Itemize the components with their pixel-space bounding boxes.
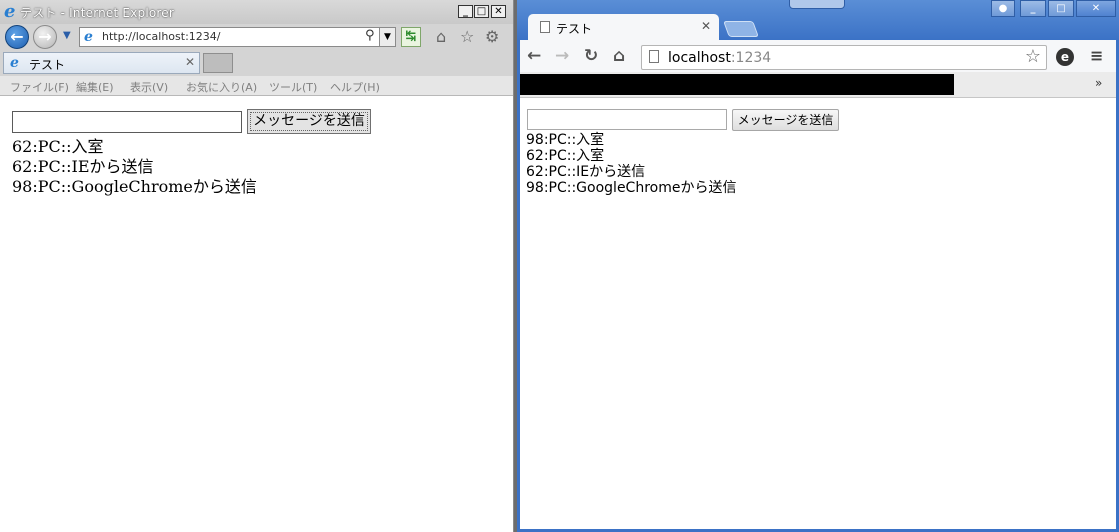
chrome-redacted-bookmarks: [520, 74, 954, 95]
ie-menu-file[interactable]: ファイル(F): [10, 79, 69, 95]
chrome-top-handle: [789, 0, 845, 9]
ie-address-text[interactable]: http://localhost:1234/: [102, 30, 220, 43]
chrome-message-line: 62:PC::入室: [526, 148, 605, 164]
ie-logo-icon: e: [4, 1, 16, 22]
ie-tools-gear-icon[interactable]: ⚙: [485, 28, 499, 46]
ie-refresh-button[interactable]: ↹: [401, 27, 421, 47]
chrome-back-icon[interactable]: ←: [527, 46, 541, 66]
ie-menu-tools[interactable]: ツール(T): [269, 79, 317, 95]
chrome-message-line: 98:PC::GoogleChromeから送信: [526, 180, 737, 196]
ie-new-tab-button[interactable]: [203, 53, 233, 73]
chrome-url-host: localhost: [668, 50, 731, 66]
ie-forward-button[interactable]: →: [33, 25, 57, 49]
chrome-profile-button[interactable]: ●: [991, 0, 1015, 17]
chrome-send-message-button[interactable]: メッセージを送信: [732, 109, 839, 131]
chrome-tab-label: テスト: [556, 22, 593, 36]
chrome-reload-icon[interactable]: ↻: [584, 46, 598, 66]
ie-minimize-button[interactable]: _: [458, 5, 473, 18]
ie-menu-bar: ファイル(F) 編集(E) 表示(V) お気に入り(A) ツール(T) ヘルプ(…: [0, 76, 513, 96]
chrome-toolbar: ← → ↻ ⌂ localhost:1234 ☆ e ≡: [517, 40, 1119, 72]
chrome-tab-page-icon: [540, 21, 550, 33]
chrome-tab-close-icon[interactable]: ✕: [701, 19, 711, 33]
chrome-bookmark-star-icon[interactable]: ☆: [1025, 47, 1041, 67]
ie-history-dropdown-icon[interactable]: ▼: [63, 30, 71, 41]
chrome-url-port: :1234: [730, 50, 772, 66]
ie-page-icon: e: [84, 29, 93, 45]
chrome-frame-left: [517, 40, 520, 532]
chrome-home-icon[interactable]: ⌂: [613, 46, 625, 66]
ie-window-title: テスト - Internet Explorer: [20, 6, 174, 20]
ie-address-dropdown-button[interactable]: ▼: [379, 28, 395, 46]
ie-home-icon[interactable]: ⌂: [436, 28, 446, 46]
chrome-title-bar[interactable]: ● _ □ ✕ テスト ✕: [517, 0, 1119, 41]
chrome-maximize-button[interactable]: □: [1048, 0, 1074, 17]
chrome-page-icon: [649, 50, 659, 63]
ie-window: e テスト - Internet Explorer _ □ ✕ ← → ▼ e …: [0, 0, 514, 532]
chrome-message-line: 62:PC::IEから送信: [526, 164, 646, 180]
chrome-extension-e-icon[interactable]: e: [1056, 48, 1074, 66]
ie-menu-help[interactable]: ヘルプ(H): [330, 79, 380, 95]
ie-address-bar[interactable]: e http://localhost:1234/ ⚲ ▼: [79, 27, 396, 47]
chrome-forward-icon[interactable]: →: [555, 46, 569, 66]
ie-search-icon[interactable]: ⚲: [365, 28, 375, 43]
ie-tab-strip: e テスト ✕: [0, 50, 513, 76]
chrome-message-line: 98:PC::入室: [526, 132, 605, 148]
ie-message-input[interactable]: [12, 111, 242, 133]
chrome-menu-icon[interactable]: ≡: [1090, 47, 1103, 65]
chrome-minimize-button[interactable]: _: [1020, 0, 1046, 17]
ie-tab-page-icon: e: [10, 55, 19, 71]
chrome-bookmarks-bar: »: [517, 72, 1119, 98]
ie-tab-close-icon[interactable]: ✕: [185, 55, 195, 69]
ie-close-button[interactable]: ✕: [491, 5, 506, 18]
chrome-message-input[interactable]: [527, 109, 727, 130]
chrome-tab[interactable]: テスト ✕: [528, 14, 719, 41]
chrome-bookmarks-more-icon[interactable]: »: [1095, 76, 1102, 90]
ie-favorites-star-icon[interactable]: ☆: [460, 28, 474, 46]
ie-message-line: 62:PC::IEから送信: [12, 157, 154, 176]
ie-send-message-button[interactable]: メッセージを送信: [247, 109, 371, 134]
ie-menu-edit[interactable]: 編集(E): [76, 79, 114, 95]
ie-tab[interactable]: e テスト ✕: [3, 52, 200, 74]
chrome-close-button[interactable]: ✕: [1076, 0, 1116, 17]
ie-back-button[interactable]: ←: [5, 25, 29, 49]
chrome-url-text[interactable]: localhost:1234: [668, 50, 771, 66]
ie-navigation-bar: ← → ▼ e http://localhost:1234/ ⚲ ▼ ↹ ⌂ ☆…: [0, 24, 513, 50]
ie-menu-view[interactable]: 表示(V): [130, 79, 168, 95]
ie-tab-label: テスト: [29, 58, 66, 72]
ie-message-line: 98:PC::GoogleChromeから送信: [12, 177, 257, 196]
ie-message-line: 62:PC::入室: [12, 137, 104, 156]
chrome-window: ● _ □ ✕ テスト ✕ ← → ↻ ⌂ localhost:1234 ☆ e…: [517, 0, 1119, 532]
ie-title-bar[interactable]: e テスト - Internet Explorer _ □ ✕: [0, 0, 513, 24]
ie-maximize-button[interactable]: □: [474, 5, 489, 18]
chrome-omnibox[interactable]: localhost:1234 ☆: [641, 45, 1047, 70]
ie-menu-favorites[interactable]: お気に入り(A): [186, 79, 257, 95]
chrome-new-tab-button[interactable]: [723, 21, 759, 37]
